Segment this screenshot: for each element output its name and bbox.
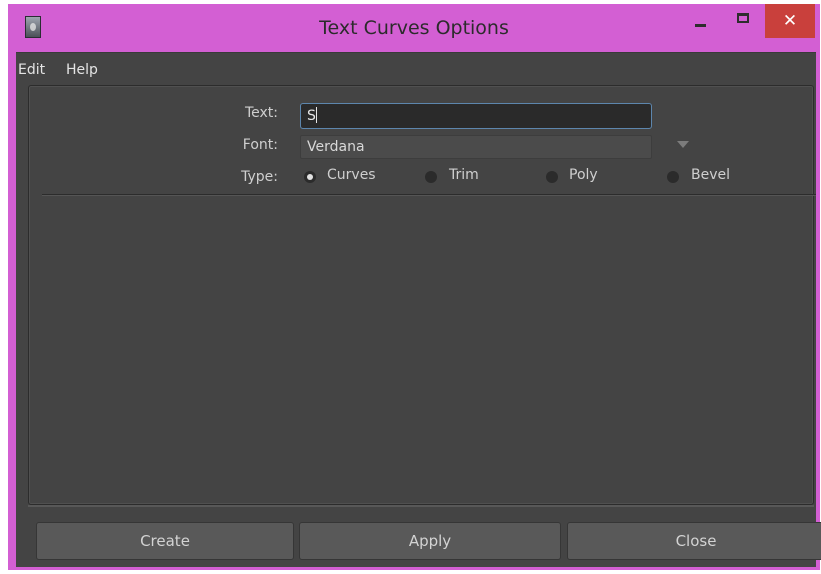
radio-curves[interactable] — [304, 171, 316, 183]
text-label: Text: — [244, 105, 278, 121]
font-label: Font: — [242, 137, 278, 153]
close-window-button[interactable]: ✕ — [765, 4, 815, 38]
text-input[interactable]: S — [300, 103, 652, 129]
font-field[interactable]: Verdana — [300, 135, 652, 159]
type-label: Type: — [241, 169, 278, 185]
radio-bevel[interactable] — [667, 171, 679, 183]
text-caret — [315, 107, 317, 123]
text-input-value: S — [307, 108, 316, 124]
radio-curves-label[interactable]: Curves — [327, 167, 376, 183]
title-bar[interactable]: Text Curves Options ✕ — [8, 4, 820, 52]
application-window: Text Curves Options ✕ Edit Help Text: S … — [8, 4, 821, 570]
minimize-button[interactable] — [686, 4, 716, 38]
menu-help[interactable]: Help — [66, 62, 98, 78]
create-button[interactable]: Create — [36, 522, 294, 560]
radio-trim-label[interactable]: Trim — [449, 167, 479, 183]
apply-button[interactable]: Apply — [299, 522, 561, 560]
panel-bottom-border — [28, 505, 814, 507]
menu-edit[interactable]: Edit — [18, 62, 45, 78]
dialog-body: Edit Help Text: S Font: Verdana Type: Cu… — [16, 52, 821, 567]
radio-poly-label[interactable]: Poly — [569, 167, 598, 183]
radio-bevel-label[interactable]: Bevel — [691, 167, 730, 183]
font-dropdown-arrow-icon[interactable] — [677, 141, 689, 148]
close-button[interactable]: Close — [567, 522, 821, 560]
radio-poly[interactable] — [546, 171, 558, 183]
font-value: Verdana — [307, 139, 365, 155]
radio-trim[interactable] — [425, 171, 437, 183]
separator — [42, 194, 816, 195]
maximize-button[interactable] — [726, 4, 760, 38]
menu-bar: Edit Help — [16, 53, 816, 85]
